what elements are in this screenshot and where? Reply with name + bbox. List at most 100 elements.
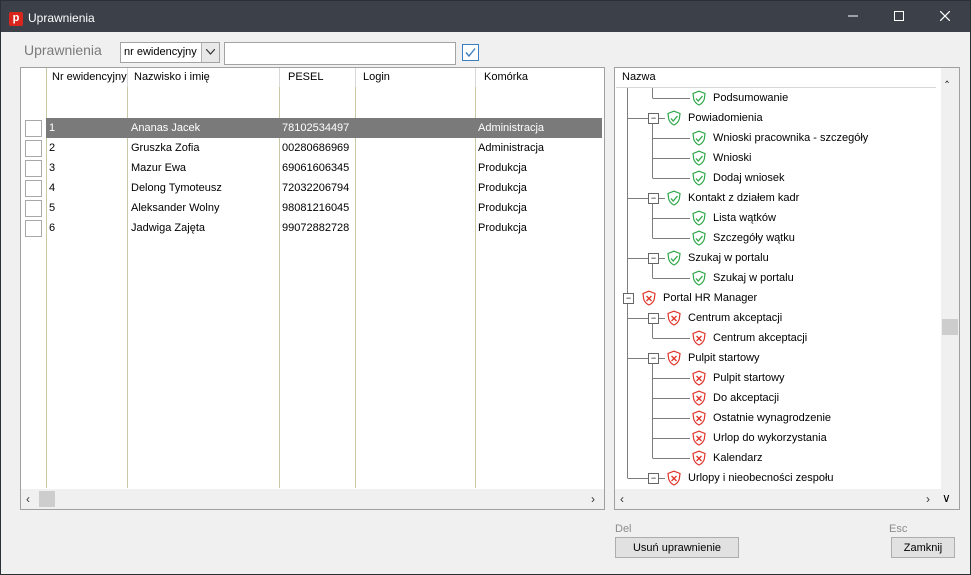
column-header-pesel[interactable]: PESEL <box>285 68 355 87</box>
filter-field-select[interactable]: nr ewidencyjny <box>120 42 220 63</box>
scroll-left-icon[interactable]: ‹ <box>26 492 30 506</box>
tree-node-label: Szukaj w portalu <box>713 272 794 284</box>
maximize-button[interactable] <box>876 1 922 32</box>
shield-check-icon <box>691 90 707 109</box>
tree-node[interactable]: Do akceptacji <box>615 388 935 408</box>
filter-checkbox[interactable] <box>462 44 479 61</box>
remove-permission-button[interactable]: Usuń uprawnienie <box>615 537 739 558</box>
cell-pesel: 72032206794 <box>282 182 350 194</box>
tree-node[interactable]: Dodaj wniosek <box>615 168 935 188</box>
shield-check-icon <box>691 150 707 169</box>
tree-node-label: Dodaj wniosek <box>713 172 785 184</box>
maximize-icon <box>894 11 904 21</box>
tree-node[interactable]: Kalendarz <box>615 448 935 468</box>
minimize-button[interactable] <box>830 1 876 32</box>
header-separator <box>355 68 356 87</box>
column-header-login[interactable]: Login <box>360 68 470 87</box>
tree-node[interactable]: Szukaj w portalu <box>615 248 935 268</box>
table-row[interactable]: 2 Gruszka Zofia 00280686969 Administracj… <box>21 138 604 158</box>
scrollbar-thumb[interactable] <box>942 319 958 335</box>
cell-name: Jadwiga Zajęta <box>131 222 205 234</box>
column-header-nr[interactable]: Nr ewidencyjny <box>49 68 129 87</box>
chevron-down-icon[interactable] <box>201 43 219 62</box>
row-checkbox[interactable] <box>25 140 42 157</box>
cell-unit: Produkcja <box>478 202 527 214</box>
tree-vertical-scrollbar[interactable]: ‸ <box>941 68 959 489</box>
cell-name: Ananas Jacek <box>131 122 201 134</box>
table-row[interactable]: 6 Jadwiga Zajęta 99072882728 Produkcja <box>21 218 604 238</box>
row-checkbox[interactable] <box>25 120 42 137</box>
cell-nr: 4 <box>49 182 56 194</box>
row-checkbox[interactable] <box>25 200 42 217</box>
column-header-unit[interactable]: Komórka <box>481 68 601 87</box>
shield-check-icon <box>691 210 707 229</box>
scroll-right-icon[interactable]: › <box>591 492 595 506</box>
tree-horizontal-scrollbar[interactable]: ‹ › ∨ <box>615 489 959 509</box>
tree-node-label: Pulpit startowy <box>688 352 760 364</box>
grid-horizontal-scrollbar[interactable]: ‹ › <box>21 489 604 509</box>
scroll-right-icon[interactable]: › <box>926 492 930 506</box>
cell-pesel: 78102534497 <box>282 122 350 134</box>
tree-node[interactable]: Pulpit startowy <box>615 348 935 368</box>
header-separator <box>127 68 128 87</box>
shield-check-icon <box>691 230 707 249</box>
tree-node[interactable]: Wnioski pracownika - szczegóły <box>615 128 935 148</box>
tree-node[interactable]: Centrum akceptacji <box>615 328 935 348</box>
tree-node-label: Wnioski <box>713 152 752 164</box>
table-row[interactable]: 5 Aleksander Wolny 98081216045 Produkcja <box>21 198 604 218</box>
cell-unit: Administracja <box>478 122 545 134</box>
tree-node[interactable]: Centrum akceptacji <box>615 308 935 328</box>
shield-x-icon <box>691 330 707 349</box>
cell-unit: Produkcja <box>478 222 527 234</box>
cell-nr: 5 <box>49 202 56 214</box>
tree-node[interactable]: Szukaj w portalu <box>615 268 935 288</box>
close-icon <box>939 10 951 22</box>
cell-name: Aleksander Wolny <box>131 202 220 214</box>
tree-node[interactable]: Kontakt z działem kadr <box>615 188 935 208</box>
cell-pesel: 00280686969 <box>282 142 350 154</box>
column-header-name[interactable]: Nazwisko i imię <box>131 68 279 87</box>
tree-node[interactable]: Portal HR Manager <box>615 288 935 308</box>
tree-node[interactable]: Wnioski <box>615 148 935 168</box>
shield-x-icon <box>666 350 682 369</box>
tree-node[interactable]: Lista wątków <box>615 208 935 228</box>
scroll-up-icon[interactable]: ‸ <box>945 69 949 83</box>
scroll-left-icon[interactable]: ‹ <box>620 492 624 506</box>
window-title: Uprawnienia <box>28 11 95 25</box>
tree-node[interactable]: Ostatnie wynagrodzenie <box>615 408 935 428</box>
cell-nr: 6 <box>49 222 56 234</box>
close-shortcut-hint: Esc <box>889 523 908 535</box>
tree-node-label: Ostatnie wynagrodzenie <box>713 412 832 424</box>
tree-node[interactable]: Podsumowanie <box>615 88 935 108</box>
shield-x-icon <box>641 290 657 309</box>
row-checkbox[interactable] <box>25 180 42 197</box>
minimize-icon <box>848 15 858 17</box>
tree-node[interactable]: Urlopy i nieobecności zespołu <box>615 468 935 488</box>
table-row[interactable]: 1 Ananas Jacek 78102534497 Administracja <box>21 118 604 138</box>
table-row[interactable]: 3 Mazur Ewa 69061606345 Produkcja <box>21 158 604 178</box>
shield-check-icon <box>691 170 707 189</box>
tree-node[interactable]: Szczegóły wątku <box>615 228 935 248</box>
close-button[interactable]: Zamknij <box>891 537 955 558</box>
tree-node-label: Pulpit startowy <box>713 372 785 384</box>
cell-pesel: 98081216045 <box>282 202 350 214</box>
row-checkbox[interactable] <box>25 160 42 177</box>
shield-x-icon <box>691 450 707 469</box>
shield-check-icon <box>666 190 682 209</box>
shield-x-icon <box>691 430 707 449</box>
tree-node[interactable]: Urlop do wykorzystania <box>615 428 935 448</box>
tree-node[interactable]: Pulpit startowy <box>615 368 935 388</box>
scroll-down-icon[interactable]: ∨ <box>942 491 951 505</box>
scrollbar-thumb[interactable] <box>39 491 55 507</box>
tree-node-label: Szczegóły wątku <box>713 232 795 244</box>
cell-pesel: 99072882728 <box>282 222 350 234</box>
table-row[interactable]: 4 Delong Tymoteusz 72032206794 Produkcja <box>21 178 604 198</box>
shield-x-icon <box>666 470 682 489</box>
title-bar: p Uprawnienia <box>1 1 970 32</box>
search-input[interactable] <box>224 42 456 65</box>
filter-field-value: nr ewidencyjny <box>124 46 197 58</box>
row-checkbox[interactable] <box>25 220 42 237</box>
close-window-button[interactable] <box>922 1 968 32</box>
cell-name: Mazur Ewa <box>131 162 187 174</box>
tree-node[interactable]: Powiadomienia <box>615 108 935 128</box>
